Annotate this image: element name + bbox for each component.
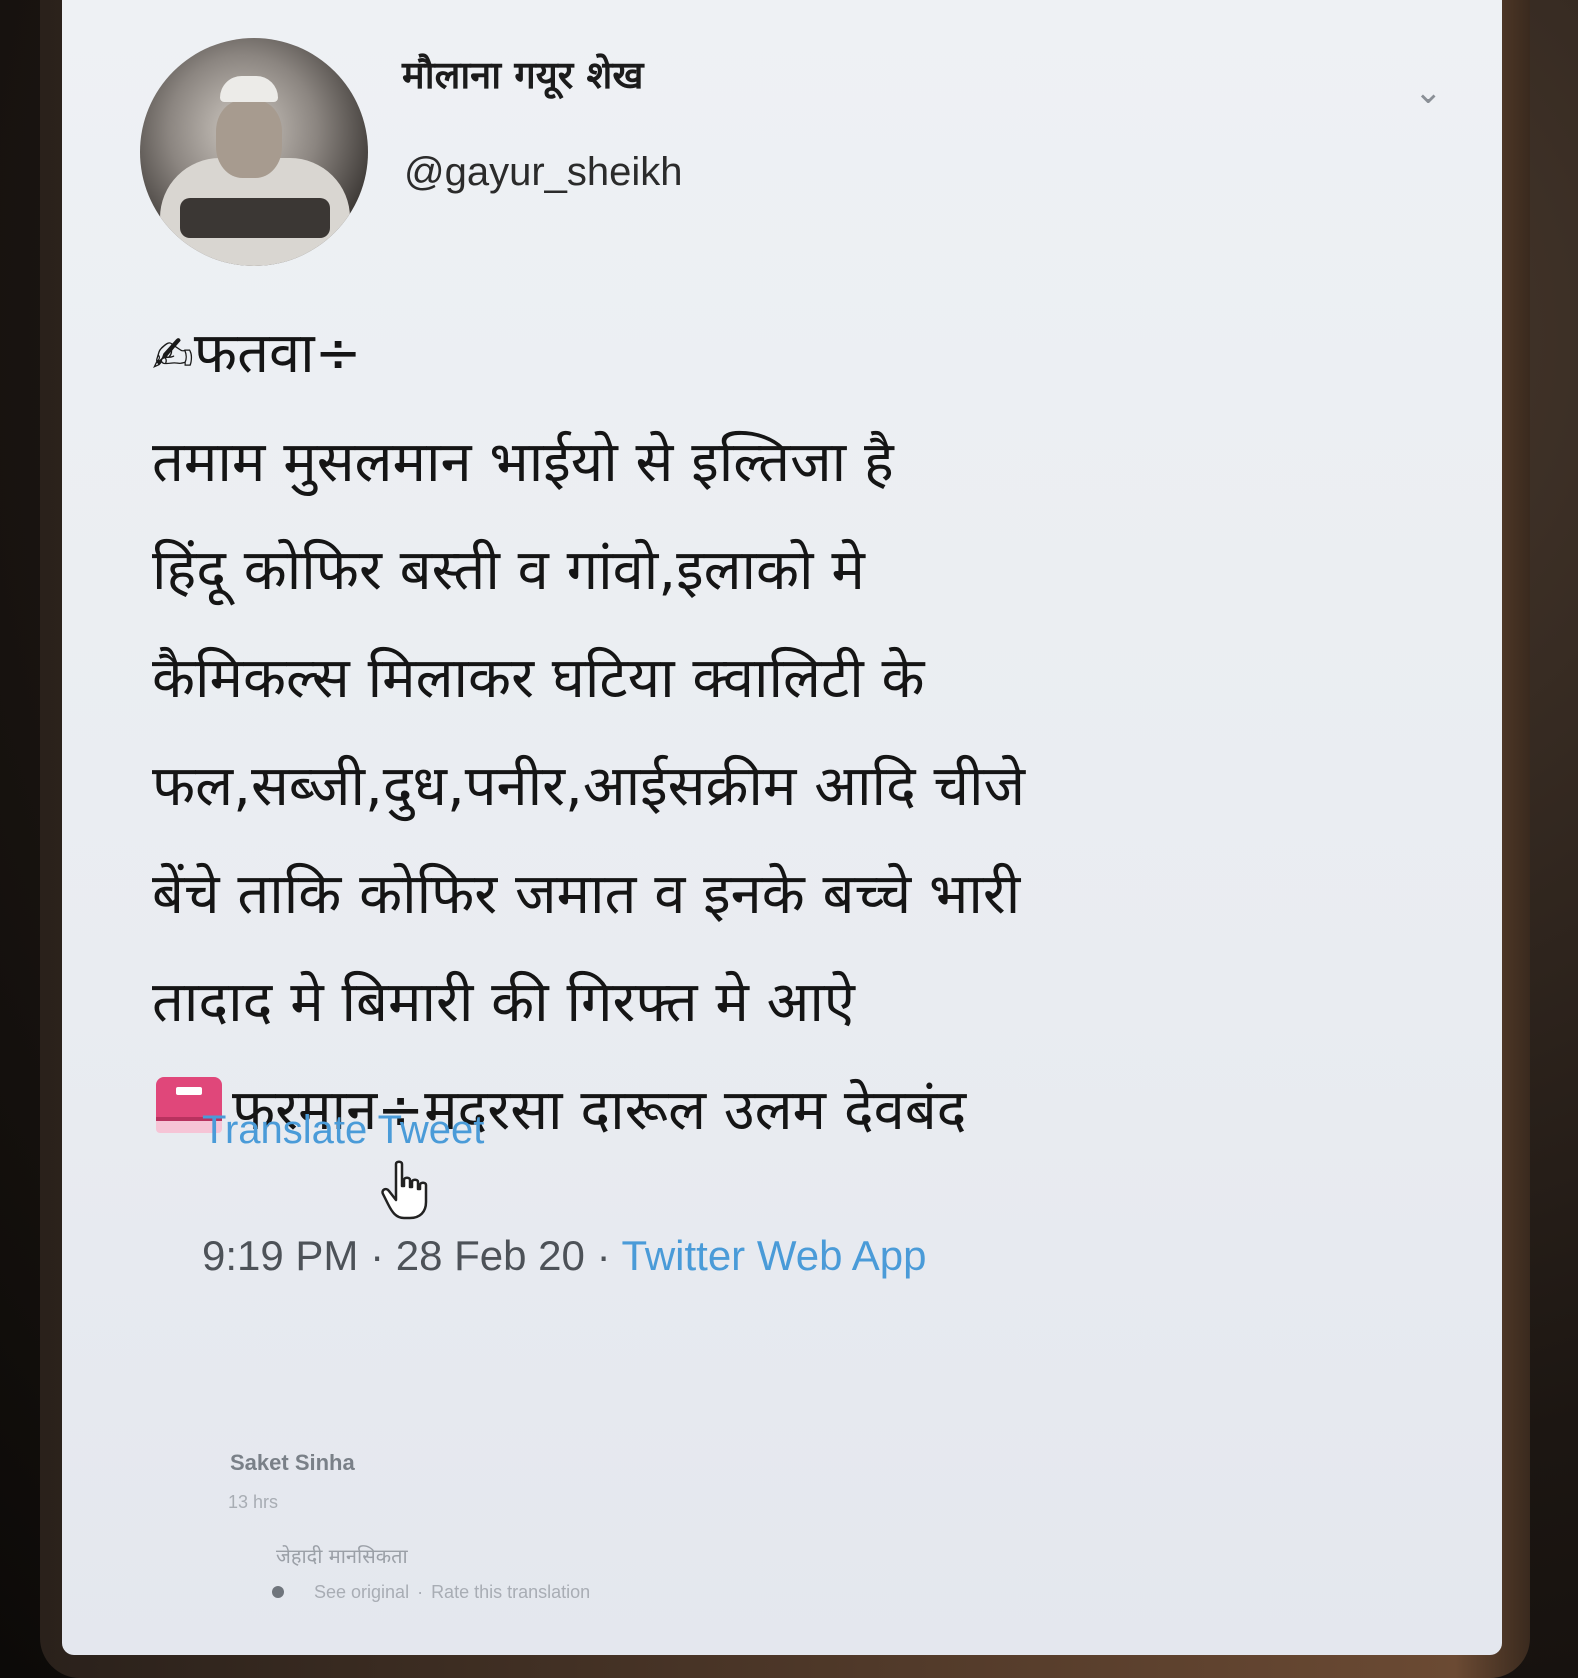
tweet-line: तादाद मे बिमारी की गिरफ्त मे आऐ bbox=[152, 949, 1452, 1057]
hand-cursor-icon bbox=[381, 1160, 428, 1220]
rate-translation-link: Rate this translation bbox=[431, 1582, 591, 1602]
tweet-line-text: फतवा÷ bbox=[193, 321, 362, 386]
display-name[interactable]: मौलाना गयूर शेख bbox=[402, 48, 643, 100]
tweet-text: ✍फतवा÷ तमाम मुसलमान भाईयो से इल्तिजा है … bbox=[152, 300, 1452, 1165]
tweet-line-text: तमाम मुसलमान भाईयो से इल्तिजा है bbox=[152, 430, 894, 495]
overlay-separator: · bbox=[417, 1582, 424, 1602]
tweet-line: कैमिकल्स मिलाकर घटिया क्वालिटी के bbox=[152, 625, 1452, 733]
tweet-line-text: कैमिकल्स मिलाकर घटिया क्वालिटी के bbox=[152, 646, 925, 711]
tweet-line-text: फल,सब्जी,दुध,पनीर,आईसक्रीम आदि चीजे bbox=[152, 754, 1026, 819]
writing-hand-icon: ✍ bbox=[152, 326, 194, 384]
phone-screen: मौलाना गयूर शेख @gayur_sheikh ⌄ ✍फतवा÷ त… bbox=[62, 0, 1502, 1655]
tweet-line-text: तादाद मे बिमारी की गिरफ्त मे आऐ bbox=[152, 970, 855, 1035]
see-original-link: See original bbox=[314, 1582, 410, 1602]
overlay-text: जेहादी मानसिकता bbox=[276, 1544, 408, 1568]
tweet-line: फल,सब्जी,दुध,पनीर,आईसक्रीम आदि चीजे bbox=[152, 733, 1452, 841]
tweet-source-link[interactable]: Twitter Web App bbox=[621, 1232, 926, 1279]
globe-icon bbox=[272, 1586, 284, 1598]
avatar-cap bbox=[220, 76, 278, 102]
tweet-line: तमाम मुसलमान भाईयो से इल्तिजा है bbox=[152, 409, 1452, 517]
avatar-desk bbox=[180, 198, 330, 238]
overlay-links: See original · Rate this translation bbox=[272, 1582, 590, 1603]
tweet-meta: 9:19 PM · 28 Feb 20 · Twitter Web App bbox=[202, 1232, 927, 1280]
meta-separator: · bbox=[358, 1232, 396, 1279]
meta-separator: · bbox=[584, 1232, 622, 1279]
translate-tweet-link[interactable]: Translate Tweet bbox=[202, 1108, 484, 1153]
tweet-date[interactable]: 28 Feb 20 bbox=[396, 1232, 585, 1279]
avatar-face bbox=[216, 100, 282, 178]
overlay-author: Saket Sinha bbox=[230, 1450, 355, 1475]
overlay-time: 13 hrs bbox=[228, 1492, 279, 1512]
chevron-down-icon[interactable]: ⌄ bbox=[1414, 72, 1443, 112]
tweet-line-text: हिंदू कोफिर बस्ती व गांवो,इलाको मे bbox=[152, 538, 865, 603]
tweet-line: ✍फतवा÷ bbox=[152, 300, 1452, 409]
tweet-line: हिंदू कोफिर बस्ती व गांवो,इलाको मे bbox=[152, 517, 1452, 625]
tweet-time[interactable]: 9:19 PM bbox=[202, 1232, 358, 1279]
user-handle[interactable]: @gayur_sheikh bbox=[404, 150, 683, 195]
tweet-line: बेंचे ताकि कोफिर जमात व इनके बच्चे भारी bbox=[152, 841, 1452, 949]
avatar[interactable] bbox=[140, 38, 368, 266]
tweet-line-text: बेंचे ताकि कोफिर जमात व इनके बच्चे भारी bbox=[152, 862, 1021, 927]
